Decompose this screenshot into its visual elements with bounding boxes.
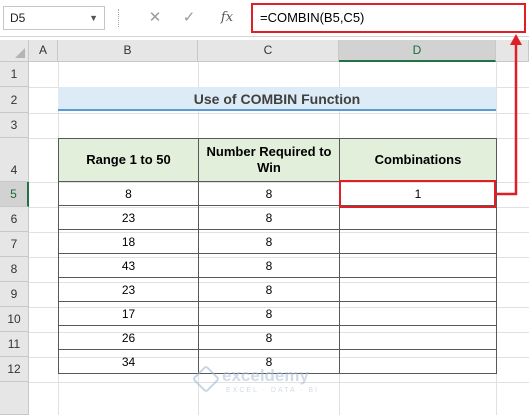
insert-function-icon[interactable]: fx [216, 8, 238, 28]
cell-c9[interactable]: 8 [198, 277, 340, 302]
table-row: 17 8 [58, 301, 497, 326]
cell-d10[interactable] [339, 301, 497, 326]
data-table: Range 1 to 50 Number Required to Win Com… [58, 138, 497, 374]
row-header-12[interactable]: 12 [0, 357, 29, 382]
cell-b11[interactable]: 26 [58, 325, 199, 350]
table-row: 18 8 [58, 229, 497, 254]
table-row: 43 8 [58, 253, 497, 278]
cell-d12[interactable] [339, 349, 497, 374]
cell-d6[interactable] [339, 205, 497, 230]
formula-bar-separator [118, 9, 120, 27]
active-cell-highlight [339, 180, 496, 208]
watermark-tagline: EXCEL · DATA · BI [226, 387, 319, 394]
cell-d8[interactable] [339, 253, 497, 278]
cell-d7[interactable] [339, 229, 497, 254]
row-header-8[interactable]: 8 [0, 257, 29, 282]
cell-d11[interactable] [339, 325, 497, 350]
exceldemy-watermark: exceldemy EXCEL · DATA · BI [191, 364, 346, 402]
name-box[interactable]: D5 ▼ [3, 6, 105, 30]
header-combinations[interactable]: Combinations [339, 138, 497, 182]
column-header-e[interactable] [496, 40, 529, 62]
row-header-11[interactable]: 11 [0, 332, 29, 357]
cell-b8[interactable]: 43 [58, 253, 199, 278]
row-header-1[interactable]: 1 [0, 62, 29, 87]
enter-icon[interactable]: ✓ [178, 8, 200, 28]
column-header-a[interactable]: A [29, 40, 58, 62]
formula-input[interactable]: =COMBIN(B5,C5) [251, 3, 526, 33]
table-row: 23 8 [58, 277, 497, 302]
row-header-7[interactable]: 7 [0, 232, 29, 257]
header-range[interactable]: Range 1 to 50 [58, 138, 199, 182]
gridline [29, 113, 529, 114]
row-header-9[interactable]: 9 [0, 282, 29, 307]
row-header-2[interactable]: 2 [0, 87, 29, 113]
watermark-name: exceldemy [222, 366, 309, 385]
cell-c10[interactable]: 8 [198, 301, 340, 326]
cell-b9[interactable]: 23 [58, 277, 199, 302]
row-header-5[interactable]: 5 [0, 182, 29, 207]
table-row: 23 8 [58, 205, 497, 230]
column-header-d[interactable]: D [339, 40, 496, 62]
cell-b12[interactable]: 34 [58, 349, 199, 374]
cell-c6[interactable]: 8 [198, 205, 340, 230]
select-all-button[interactable] [0, 40, 29, 62]
cell-c8[interactable]: 8 [198, 253, 340, 278]
sheet-title[interactable]: Use of COMBIN Function [58, 87, 496, 111]
cell-b7[interactable]: 18 [58, 229, 199, 254]
table-row: 26 8 [58, 325, 497, 350]
column-header-c[interactable]: C [198, 40, 339, 62]
formula-bar: D5 ▼ ✕ ✓ fx =COMBIN(B5,C5) [0, 0, 529, 37]
cell-d9[interactable] [339, 277, 497, 302]
cell-c5[interactable]: 8 [198, 181, 340, 206]
cell-c7[interactable]: 8 [198, 229, 340, 254]
row-header-6[interactable]: 6 [0, 207, 29, 232]
chevron-down-icon[interactable]: ▼ [89, 7, 98, 29]
exceldemy-logo-icon [191, 364, 221, 394]
cell-b10[interactable]: 17 [58, 301, 199, 326]
cell-b5[interactable]: 8 [58, 181, 199, 206]
row-header-10[interactable]: 10 [0, 307, 29, 332]
header-number-required[interactable]: Number Required to Win [198, 138, 340, 182]
name-box-value: D5 [10, 11, 26, 25]
column-header-b[interactable]: B [58, 40, 198, 62]
cancel-icon[interactable]: ✕ [144, 8, 166, 28]
row-header-13[interactable] [0, 382, 29, 415]
row-header-4[interactable]: 4 [0, 138, 29, 182]
row-header-3[interactable]: 3 [0, 113, 29, 138]
select-all-icon [15, 48, 25, 58]
table-header-row: Range 1 to 50 Number Required to Win Com… [58, 138, 497, 182]
cell-b6[interactable]: 23 [58, 205, 199, 230]
cell-c11[interactable]: 8 [198, 325, 340, 350]
